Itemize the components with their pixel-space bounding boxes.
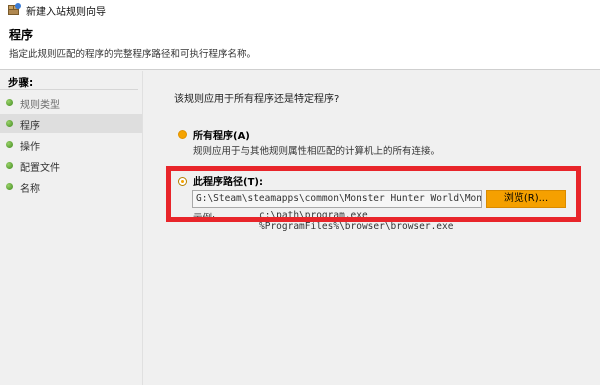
- firewall-app-icon: [8, 3, 21, 15]
- example-path-line: %ProgramFiles%\browser\browser.exe: [259, 221, 454, 232]
- step-profile[interactable]: 配置文件: [0, 156, 142, 175]
- page-title: 程序: [9, 28, 34, 42]
- all-programs-label[interactable]: 所有程序(A): [193, 127, 250, 142]
- title-bar: 新建入站规则向导: [0, 0, 600, 18]
- step-action[interactable]: 操作: [0, 135, 142, 154]
- step-bullet-icon: [6, 162, 13, 169]
- all-programs-description: 规则应用于与其他规则属性相匹配的计算机上的所有连接。: [193, 146, 441, 157]
- step-name[interactable]: 名称: [0, 177, 142, 196]
- steps-sidebar: 步骤: 规则类型 程序 操作 配置文件 名称: [0, 71, 143, 385]
- step-label: 名称: [20, 184, 40, 195]
- steps-title: 步骤:: [8, 77, 34, 89]
- steps-divider: [0, 89, 138, 90]
- highlight-box: [166, 166, 581, 222]
- page-header: 程序 指定此规则匹配的程序的完整程序路径和可执行程序名称。: [0, 18, 600, 70]
- step-bullet-icon: [6, 183, 13, 190]
- step-label: 操作: [20, 142, 40, 153]
- step-bullet-icon: [6, 141, 13, 148]
- scope-question: 该规则应用于所有程序还是特定程序?: [174, 94, 340, 105]
- page-description: 指定此规则匹配的程序的完整程序路径和可执行程序名称。: [9, 49, 257, 60]
- step-bullet-icon: [6, 120, 13, 127]
- all-programs-radio[interactable]: [178, 130, 187, 139]
- step-program[interactable]: 程序: [0, 114, 142, 133]
- step-label: 配置文件: [20, 163, 60, 174]
- step-label: 规则类型: [20, 100, 60, 111]
- step-rule-type[interactable]: 规则类型: [0, 93, 142, 112]
- step-label: 程序: [20, 121, 40, 132]
- step-bullet-icon: [6, 99, 13, 106]
- window-title: 新建入站规则向导: [26, 7, 106, 18]
